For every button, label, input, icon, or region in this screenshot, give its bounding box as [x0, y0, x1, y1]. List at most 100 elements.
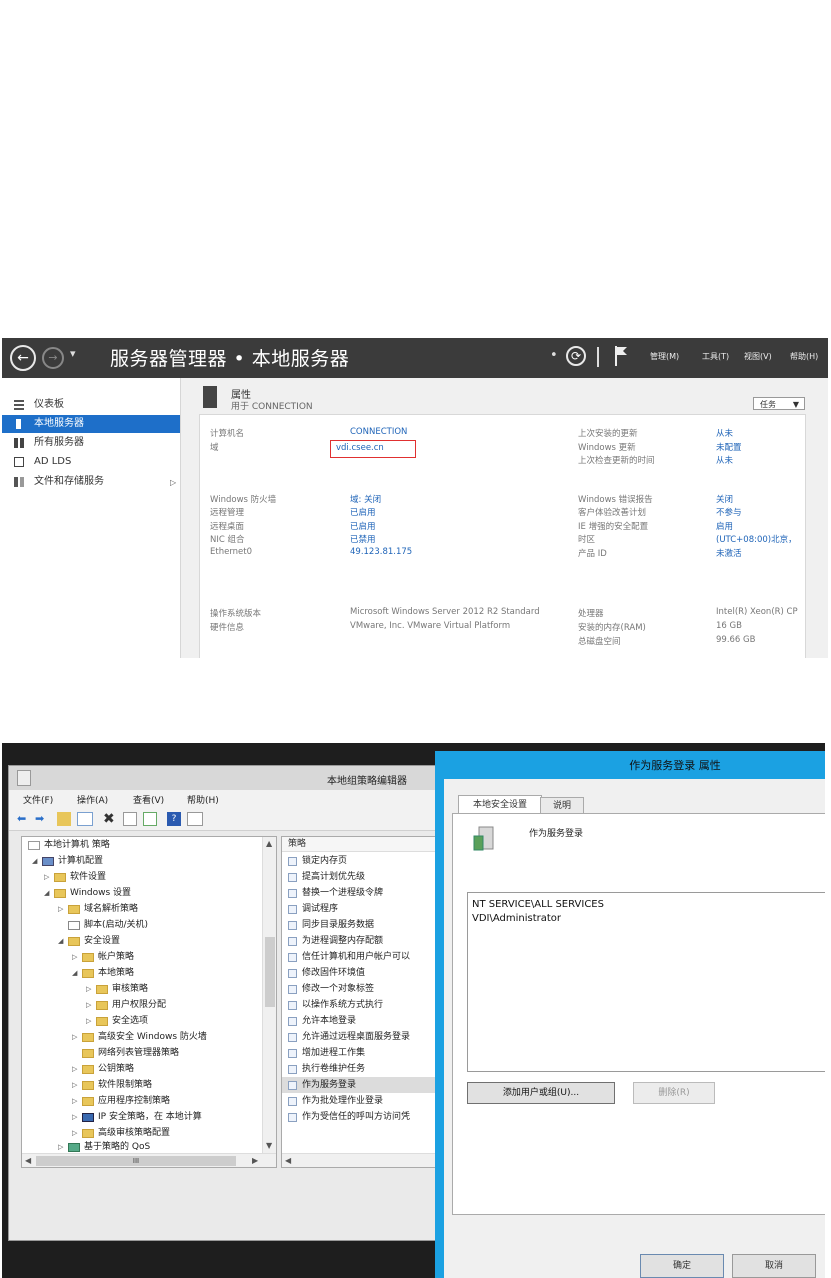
expand-arrow-icon[interactable]: ▷ [170, 478, 176, 487]
list-item[interactable]: 同步目录服务数据 [282, 917, 452, 933]
windows-update-link[interactable]: 未配置 [716, 441, 742, 453]
list-horizontal-scrollbar[interactable]: ◀ [282, 1153, 452, 1167]
sidebar-item-file-storage[interactable]: 文件和存储服务 [2, 473, 180, 491]
expand-icon[interactable]: ▷ [72, 1029, 77, 1045]
account-item[interactable]: VDI\Administrator [472, 913, 561, 924]
expand-icon[interactable]: ▷ [72, 949, 77, 965]
collapse-icon[interactable]: ◢ [72, 965, 77, 981]
column-header-policy[interactable]: 策略 [282, 837, 452, 852]
menu-action[interactable]: 操作(A) [77, 793, 108, 806]
remote-management-link[interactable]: 已启用 [350, 506, 376, 518]
tasks-dropdown[interactable]: 任务 ▼ [753, 397, 805, 410]
forward-icon[interactable]: ➡ [35, 812, 44, 826]
expand-icon[interactable]: ▷ [44, 869, 49, 885]
expand-icon[interactable]: ▷ [72, 1077, 77, 1093]
expand-icon[interactable]: ▷ [86, 981, 91, 997]
tree-horizontal-scrollbar[interactable]: ◀ III ▶ [22, 1153, 276, 1167]
remote-desktop-link[interactable]: 已启用 [350, 520, 376, 532]
list-item[interactable]: 作为批处理作业登录 [282, 1093, 452, 1109]
account-list[interactable]: NT SERVICE\ALL SERVICES VDI\Administrato… [467, 892, 825, 1072]
menu-view[interactable]: 视图(V) [744, 351, 772, 362]
up-folder-icon[interactable] [57, 812, 71, 826]
scroll-down-icon[interactable]: ▼ [266, 1141, 272, 1150]
scroll-left-icon[interactable]: ◀ [25, 1156, 31, 1165]
scroll-thumb[interactable] [265, 937, 275, 1007]
collapse-icon[interactable]: ◢ [32, 853, 37, 869]
menu-help[interactable]: 帮助(H) [790, 351, 818, 362]
expand-icon[interactable]: ▷ [72, 1125, 77, 1141]
timezone-link[interactable]: (UTC+08:00)北京， [716, 533, 797, 545]
scroll-thumb[interactable]: III [36, 1156, 236, 1166]
show-tree-icon[interactable] [77, 812, 93, 826]
list-item[interactable]: 允许通过远程桌面服务登录 [282, 1029, 452, 1045]
nic-teaming-link[interactable]: 已禁用 [350, 533, 376, 545]
list-item[interactable]: 修改固件环境值 [282, 965, 452, 981]
collapse-icon[interactable]: ◢ [58, 933, 63, 949]
policy-list[interactable]: 策略 锁定内存页 提高计划优先级 替换一个进程级令牌 调试程序 同步目录服务数据… [281, 836, 453, 1168]
sidebar-item-ad-lds[interactable]: AD LDS [2, 453, 180, 471]
refresh-icon[interactable]: ⟳ [566, 346, 586, 366]
menu-help[interactable]: 帮助(H) [187, 793, 219, 806]
computer-name-link[interactable]: CONNECTION [350, 427, 407, 437]
expand-icon[interactable]: ▷ [72, 1109, 77, 1125]
policy-tree[interactable]: 本地计算机 策略 ◢ 计算机配置 ▷ 软件设置 ◢ Windows 设置 ▷ 域… [21, 836, 277, 1168]
tree-vertical-scrollbar[interactable]: ▲ ▼ [262, 837, 276, 1153]
scroll-left-icon[interactable]: ◀ [285, 1156, 291, 1165]
view-icon[interactable] [187, 812, 203, 826]
list-item[interactable]: 调试程序 [282, 901, 452, 917]
back-icon[interactable]: ⬅ [17, 812, 26, 826]
menu-file[interactable]: 文件(F) [23, 793, 53, 806]
menu-view[interactable]: 查看(V) [133, 793, 164, 806]
hardware-value: VMware, Inc. VMware Virtual Platform [350, 621, 511, 631]
last-check-link[interactable]: 从未 [716, 454, 733, 466]
properties-icon[interactable] [123, 812, 137, 826]
menu-tools[interactable]: 工具(T) [702, 351, 729, 362]
list-item[interactable]: 作为受信任的呼叫方访问凭 [282, 1109, 452, 1125]
delete-icon[interactable]: ✖ [103, 812, 115, 826]
list-item[interactable]: 替换一个进程级令牌 [282, 885, 452, 901]
list-item[interactable]: 锁定内存页 [282, 853, 452, 869]
expand-icon[interactable]: ▷ [72, 1093, 77, 1109]
history-dropdown-icon[interactable]: ▾ [70, 347, 76, 360]
flag-icon[interactable] [614, 345, 628, 367]
expand-icon[interactable]: ▷ [72, 1061, 77, 1077]
collapse-icon[interactable]: ◢ [44, 885, 49, 901]
add-user-or-group-button[interactable]: 添加用户或组(U)... [467, 1082, 615, 1104]
list-item[interactable]: 允许本地登录 [282, 1013, 452, 1029]
tab-local-security-setting[interactable]: 本地安全设置 [458, 795, 542, 814]
forward-arrow-icon[interactable]: → [42, 347, 64, 369]
ie-esc-link[interactable]: 启用 [716, 520, 733, 532]
error-reporting-link[interactable]: 关闭 [716, 493, 733, 505]
help-icon[interactable]: ? [167, 812, 181, 826]
ok-button[interactable]: 确定 [640, 1254, 724, 1278]
menu-manage[interactable]: 管理(M) [650, 351, 679, 362]
list-item[interactable]: 信任计算机和用户帐户可以 [282, 949, 452, 965]
firewall-link[interactable]: 域: 关闭 [350, 493, 381, 505]
last-update-link[interactable]: 从未 [716, 427, 733, 439]
scroll-up-icon[interactable]: ▲ [266, 839, 272, 848]
expand-icon[interactable]: ▷ [86, 997, 91, 1013]
expand-icon[interactable]: ▷ [86, 1013, 91, 1029]
list-item[interactable]: 提高计划优先级 [282, 869, 452, 885]
export-icon[interactable] [143, 812, 157, 826]
back-arrow-icon[interactable]: ← [10, 345, 36, 371]
ceip-link[interactable]: 不参与 [716, 506, 742, 518]
scroll-right-icon[interactable]: ▶ [252, 1156, 258, 1165]
cancel-button[interactable]: 取消 [732, 1254, 816, 1278]
tab-explain[interactable]: 说明 [540, 797, 584, 814]
account-item[interactable]: NT SERVICE\ALL SERVICES [472, 899, 604, 910]
sidebar-item-dashboard[interactable]: 仪表板 [2, 396, 180, 414]
domain-link[interactable]: vdi.csee.cn [336, 443, 384, 453]
product-id-link[interactable]: 未激活 [716, 547, 742, 559]
list-item[interactable]: 增加进程工作集 [282, 1045, 452, 1061]
sidebar-item-local-server[interactable]: 本地服务器 [2, 415, 180, 433]
sidebar-item-all-servers[interactable]: 所有服务器 [2, 434, 180, 452]
expand-icon[interactable]: ▷ [58, 901, 63, 917]
list-item[interactable]: 执行卷维护任务 [282, 1061, 452, 1077]
list-item[interactable]: 为进程调整内存配额 [282, 933, 452, 949]
list-item[interactable]: 修改一个对象标签 [282, 981, 452, 997]
list-item[interactable]: 以操作系统方式执行 [282, 997, 452, 1013]
ethernet-link[interactable]: 49.123.81.175 [350, 547, 412, 557]
remove-button[interactable]: 删除(R) [633, 1082, 715, 1104]
list-item-selected[interactable]: 作为服务登录 [282, 1077, 452, 1093]
